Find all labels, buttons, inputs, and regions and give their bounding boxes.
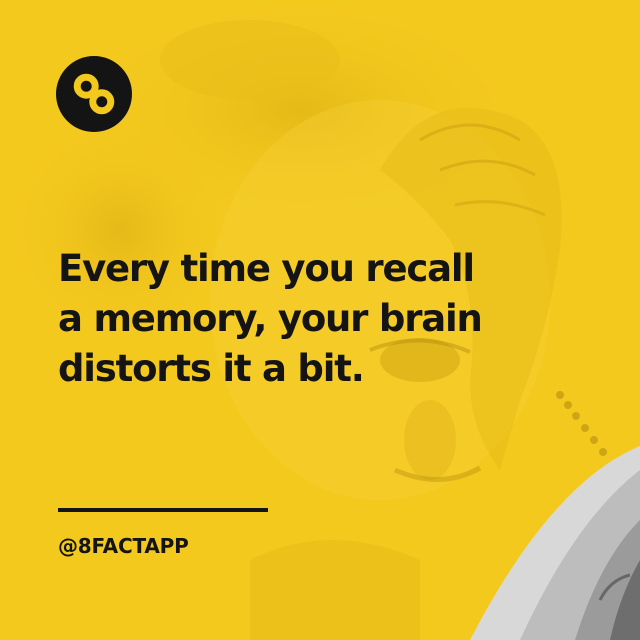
fact-line-3: distorts it a bit. (58, 347, 365, 390)
social-handle: @8FACTAPP (58, 534, 189, 558)
fact-line-1: Every time you recall (58, 247, 475, 290)
divider (58, 508, 268, 512)
infinity-eight-icon (56, 56, 132, 132)
fact-line-2: a memory, your brain (58, 297, 483, 340)
fact-text: Every time you recall a memory, your bra… (58, 244, 538, 394)
fact-card: Every time you recall a memory, your bra… (0, 0, 640, 640)
